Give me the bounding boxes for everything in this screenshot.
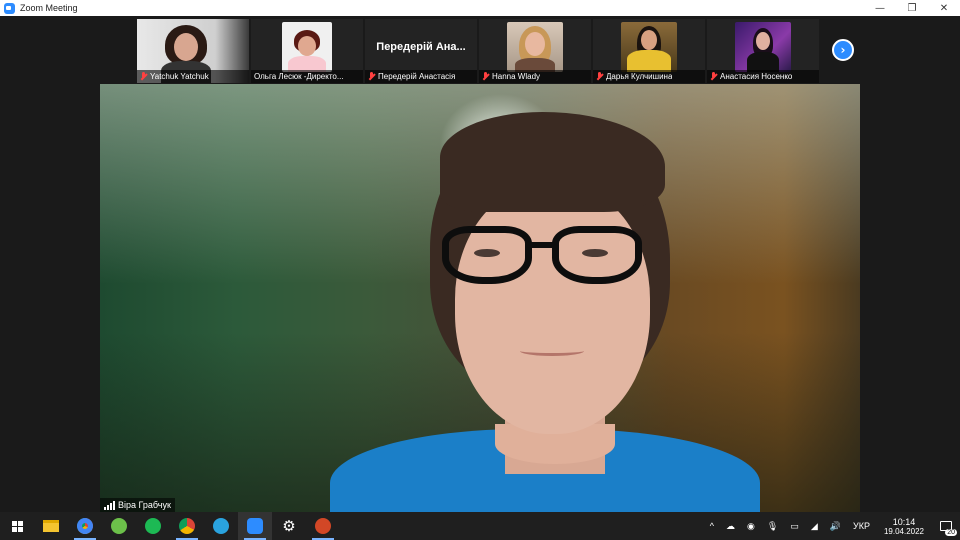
onedrive-cloud-icon[interactable]: ☁ xyxy=(720,512,741,540)
taskbar-settings[interactable]: ⚙ xyxy=(272,512,306,540)
participant-avatar-name: Передерій Ана... xyxy=(376,41,466,53)
minimize-button[interactable]: — xyxy=(864,0,896,16)
clock-time: 10:14 xyxy=(892,516,916,527)
taskbar-spotify[interactable] xyxy=(136,512,170,540)
powerpoint-icon xyxy=(315,518,331,534)
participant-name-bar: Hanna Wlady xyxy=(479,70,591,83)
participant-name: Hanna Wlady xyxy=(492,72,541,81)
participant-name-bar: Анастасия Носенко xyxy=(707,70,819,83)
participant-tile[interactable]: Анастасия Носенко xyxy=(707,19,819,83)
system-tray: ^ ☁ ◉ 🎙 ▭ ◢ 🔊 УКР 10:14 19.04.2022 20 xyxy=(704,512,960,540)
windows-start-icon xyxy=(11,520,23,532)
taskbar-utorrent[interactable] xyxy=(102,512,136,540)
telegram-icon xyxy=(213,518,229,534)
taskbar-telegram[interactable] xyxy=(204,512,238,540)
meeting-area: Yatchuk Yatchuk Ольга Лесюк -Директо... … xyxy=(0,16,960,512)
zoom-app-icon xyxy=(4,2,15,14)
participant-name: Yatchuk Yatchuk xyxy=(150,72,209,81)
participant-video xyxy=(735,22,791,72)
participant-tile[interactable]: Передерій Ана... Передерій Анастасія xyxy=(365,19,477,83)
taskbar-clock[interactable]: 10:14 19.04.2022 xyxy=(876,512,932,540)
taskbar-file-explorer[interactable] xyxy=(34,512,68,540)
window-controls: — ❐ ✕ xyxy=(864,0,960,16)
notification-count-badge: 20 xyxy=(945,529,957,536)
participant-name-bar: Дарья Кулчишина xyxy=(593,70,705,83)
participant-name: Дарья Кулчишина xyxy=(606,72,673,81)
taskbar-powerpoint[interactable] xyxy=(306,512,340,540)
active-speaker-name: Віра Грабчук xyxy=(118,500,171,510)
zoom-icon xyxy=(247,518,263,534)
participant-tile[interactable]: Hanna Wlady xyxy=(479,19,591,83)
participant-name: Анастасия Носенко xyxy=(720,72,793,81)
participant-tile[interactable]: Ольга Лесюк -Директо... xyxy=(251,19,363,83)
participant-tile[interactable]: Yatchuk Yatchuk xyxy=(137,19,249,83)
participant-strip: Yatchuk Yatchuk Ольга Лесюк -Директо... … xyxy=(137,19,819,83)
utorrent-icon xyxy=(111,518,127,534)
clock-date: 19.04.2022 xyxy=(883,526,924,536)
windows-taskbar: ⚙ ^ ☁ ◉ 🎙 ▭ ◢ 🔊 УКР 10:14 19.04.2022 20 xyxy=(0,512,960,540)
file-explorer-icon xyxy=(43,520,59,532)
notification-center-button[interactable]: 20 xyxy=(932,512,960,540)
microphone-icon[interactable]: 🎙 xyxy=(761,512,784,540)
signal-strength-icon xyxy=(104,500,115,510)
glasses xyxy=(442,226,532,284)
muted-mic-icon xyxy=(482,72,489,81)
participant-video xyxy=(282,22,332,72)
muted-mic-icon xyxy=(710,72,717,81)
battery-icon[interactable]: ▭ xyxy=(784,512,805,540)
participant-video xyxy=(507,22,563,72)
spotify-icon xyxy=(145,518,161,534)
settings-icon: ⚙ xyxy=(282,517,296,535)
chevron-right-icon: › xyxy=(840,43,846,57)
tray-overflow-chevron-icon[interactable]: ^ xyxy=(704,512,720,540)
window-titlebar: Zoom Meeting — ❐ ✕ xyxy=(0,0,960,16)
next-participants-button[interactable]: › xyxy=(832,39,854,61)
wifi-icon[interactable]: ◢ xyxy=(805,512,824,540)
muted-mic-icon xyxy=(368,72,375,81)
close-button[interactable]: ✕ xyxy=(928,0,960,16)
participant-name: Передерій Анастасія xyxy=(378,72,456,81)
participant-video xyxy=(621,22,677,72)
muted-mic-icon xyxy=(140,72,147,81)
participant-tile[interactable]: Дарья Кулчишина xyxy=(593,19,705,83)
volume-icon[interactable]: 🔊 xyxy=(824,512,847,540)
chrome-icon xyxy=(77,518,93,534)
webcam-icon[interactable]: ◉ xyxy=(741,512,761,540)
muted-mic-icon xyxy=(596,72,603,81)
active-speaker-name-bar: Віра Грабчук xyxy=(100,498,175,512)
window-title: Zoom Meeting xyxy=(20,3,78,13)
restore-button[interactable]: ❐ xyxy=(896,0,928,16)
taskbar-zoom[interactable] xyxy=(238,512,272,540)
start-button[interactable] xyxy=(0,512,34,540)
participant-name-bar: Передерій Анастасія xyxy=(365,70,477,83)
participant-name: Ольга Лесюк -Директо... xyxy=(254,72,344,81)
language-indicator[interactable]: УКР xyxy=(847,512,876,540)
participant-name-bar: Yatchuk Yatchuk xyxy=(137,70,249,83)
active-speaker-video xyxy=(100,84,860,512)
chrome-icon xyxy=(179,518,195,534)
participant-name-bar: Ольга Лесюк -Директо... xyxy=(251,70,363,83)
taskbar-chrome[interactable] xyxy=(68,512,102,540)
taskbar-chrome-2[interactable] xyxy=(170,512,204,540)
